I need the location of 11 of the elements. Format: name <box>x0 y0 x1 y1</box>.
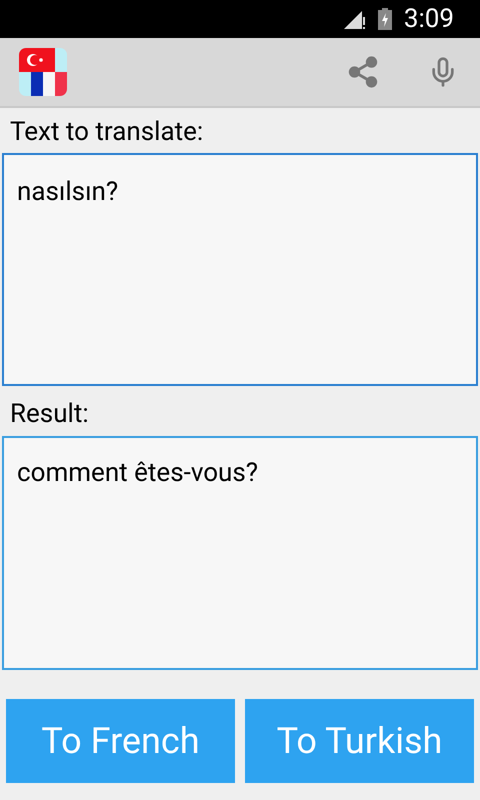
result-field: comment êtes-vous? <box>2 436 478 670</box>
flags-logo-icon <box>19 48 67 96</box>
battery-icon <box>378 8 392 30</box>
translate-button[interactable]: To Turkish <box>245 699 474 783</box>
input-label: Text to translate: <box>9 116 204 149</box>
signal-icon <box>344 9 366 29</box>
text-input-field[interactable]: nasılsın? <box>2 152 478 386</box>
result-label: Result: <box>9 398 90 430</box>
clock: 3:09 <box>404 6 454 32</box>
share-icon <box>346 55 380 89</box>
translate-button[interactable]: To French <box>6 699 235 783</box>
